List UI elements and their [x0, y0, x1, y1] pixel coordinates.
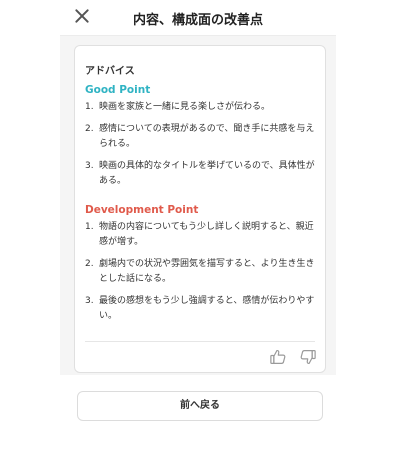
card-title: アドバイス [85, 66, 135, 77]
advice-screen: 内容、構成面の改善点 アドバイス Good Point 1. 映画を家族と一緒に… [0, 0, 400, 450]
item-number: 2. [85, 124, 94, 134]
page-title: 内容、構成面の改善点 [132, 13, 263, 28]
back-button[interactable]: 前へ戻る [77, 391, 323, 421]
list-item: 3. 映画の具体的なタイトルを挙げているので、具体性がある。 [85, 159, 315, 189]
item-number: 2. [85, 259, 94, 269]
item-text: 劇場内での状況や雰囲気を描写すると、より生き生きとした話になる。 [99, 259, 315, 284]
item-text: 感情についての表現があるので、聞き手に共感を与えられる。 [99, 124, 315, 149]
item-text: 最後の感想をもう少し強調すると、感情が伝わりやすい。 [99, 296, 315, 321]
modal-header: 内容、構成面の改善点 [60, 0, 336, 36]
item-text: 物語の内容についてもう少し詳しく説明すると、親近感が増す。 [99, 222, 314, 247]
item-text: 映画を家族と一緒に見る楽しさが伝わる。 [99, 102, 271, 112]
advice-card: アドバイス Good Point 1. 映画を家族と一緒に見る楽しさが伝わる。 … [74, 45, 326, 373]
item-number: 3. [85, 161, 94, 171]
list-item: 1. 物語の内容についてもう少し詳しく説明すると、親近感が増す。 [85, 220, 315, 250]
good-point-heading: Good Point [85, 84, 151, 96]
list-item: 1. 映画を家族と一緒に見る楽しさが伝わる。 [85, 100, 315, 115]
list-item: 3. 最後の感想をもう少し強調すると、感情が伝わりやすい。 [85, 294, 315, 324]
development-point-list: 1. 物語の内容についてもう少し詳しく説明すると、親近感が増す。 2. 劇場内で… [85, 220, 315, 331]
item-number: 1. [85, 102, 94, 112]
item-number: 1. [85, 222, 94, 232]
item-number: 3. [85, 296, 94, 306]
list-item: 2. 感情についての表現があるので、聞き手に共感を与えられる。 [85, 122, 315, 152]
list-item: 2. 劇場内での状況や雰囲気を描写すると、より生き生きとした話になる。 [85, 257, 315, 287]
thumbs-down-icon[interactable] [299, 348, 317, 366]
item-text: 映画の具体的なタイトルを挙げているので、具体性がある。 [99, 161, 315, 186]
development-point-heading: Development Point [85, 204, 199, 216]
good-point-list: 1. 映画を家族と一緒に見る楽しさが伝わる。 2. 感情についての表現があるので… [85, 100, 315, 196]
thumbs-up-icon[interactable] [269, 348, 287, 366]
card-divider [85, 341, 315, 342]
